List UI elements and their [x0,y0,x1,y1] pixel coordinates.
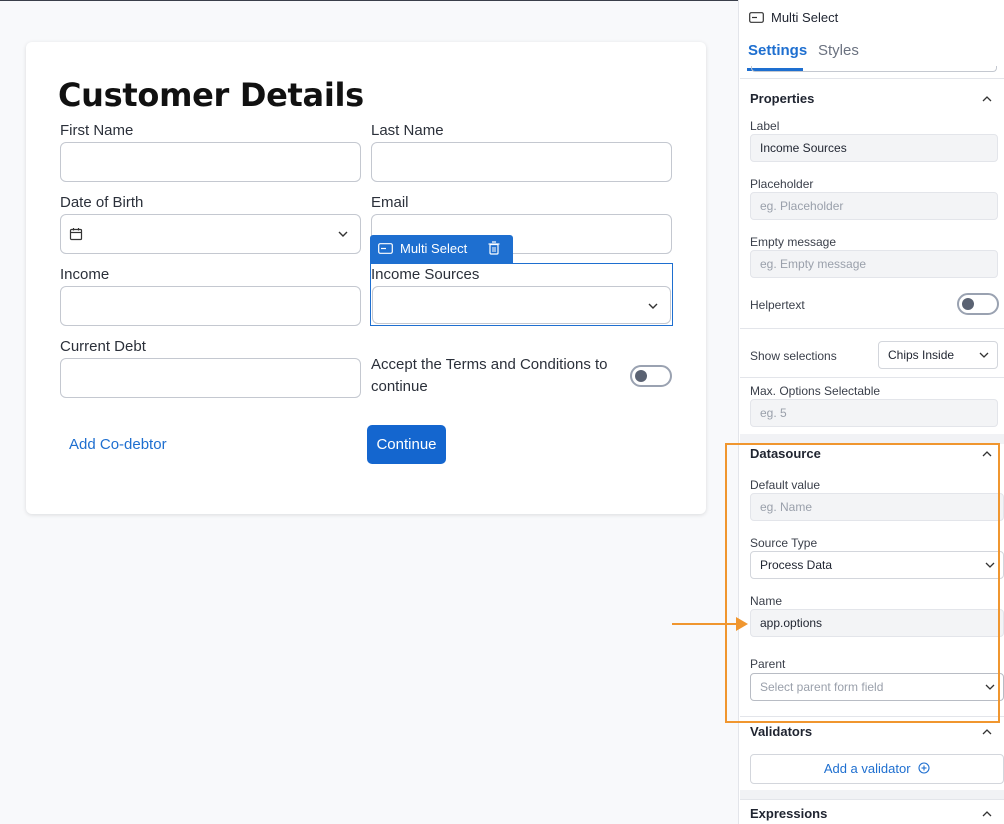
properties-section-title[interactable]: Properties [750,91,814,106]
empty-message-label: Empty message [750,235,837,249]
validators-section-title[interactable]: Validators [750,724,812,739]
datasource-highlight-box [725,443,1000,723]
page-title: Customer Details [58,76,364,114]
multiselect-icon [749,12,764,23]
divider [740,78,1004,79]
dob-label: Date of Birth [60,194,144,211]
calendar-icon [69,228,83,241]
tab-settings[interactable]: Settings [748,42,807,59]
income-sources-selected-frame[interactable]: Income Sources [370,263,673,326]
last-name-label: Last Name [371,122,444,139]
max-options-input[interactable]: eg. 5 [750,399,998,427]
chevron-down-icon [338,231,348,237]
toggle-knob [962,298,974,310]
current-debt-input[interactable] [60,358,361,398]
add-validator-label: Add a validator [823,761,911,776]
income-input[interactable] [60,286,361,326]
selected-component-name: Multi Select [400,241,468,256]
add-validator-button[interactable]: Add a validator [750,754,1004,784]
chevron-down-icon [648,303,658,309]
first-name-input[interactable] [60,142,361,182]
chevron-up-icon[interactable] [982,94,992,104]
helpertext-label: Helpertext [750,298,805,312]
show-selections-value: Chips Inside [888,348,955,362]
placeholder-field-label: Placeholder [750,177,814,191]
add-codebtor-button[interactable]: Add Co-debtor [69,436,167,453]
empty-message-input[interactable]: eg. Empty message [750,250,998,278]
panel-title: Multi Select [771,10,839,25]
show-selections-label: Show selections [750,349,837,363]
chevron-up-icon[interactable] [982,727,992,737]
max-options-label: Max. Options Selectable [750,384,881,398]
chevron-up-icon[interactable] [982,809,992,819]
last-name-input[interactable] [371,142,672,182]
toggle-knob [635,370,647,382]
placeholder-input[interactable]: eg. Placeholder [750,192,998,220]
multiselect-icon [378,243,393,254]
top-border [0,0,738,1]
divider [740,328,1004,329]
chevron-down-icon [979,352,989,358]
divider [740,799,1004,800]
dob-datepicker[interactable] [60,214,361,254]
first-name-label: First Name [60,122,134,139]
collapsed-field-edge [751,66,997,72]
label-input[interactable]: Income Sources [750,134,998,162]
income-label: Income [60,266,110,283]
plus-circle-icon [918,762,930,774]
email-label: Email [371,194,409,211]
income-sources-multiselect[interactable] [372,286,671,324]
show-selections-select[interactable]: Chips Inside [878,341,998,369]
terms-label: Accept the Terms and Conditions to conti… [371,356,608,395]
continue-button[interactable]: Continue [367,425,446,464]
terms-toggle[interactable] [630,365,672,387]
divider [740,377,1004,378]
trash-icon[interactable] [488,241,500,255]
arrow-right-icon [672,617,748,631]
current-debt-label: Current Debt [60,338,146,355]
form-card: Customer Details First Name Last Name Da… [26,42,706,514]
expressions-section-title[interactable]: Expressions [750,806,827,821]
helpertext-toggle[interactable] [957,293,999,315]
label-field-label: Label [750,119,780,133]
tab-styles[interactable]: Styles [818,42,859,59]
selected-component-tag[interactable]: Multi Select [370,235,513,263]
income-sources-label: Income Sources [371,266,480,283]
